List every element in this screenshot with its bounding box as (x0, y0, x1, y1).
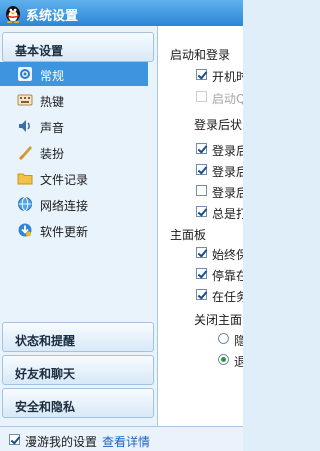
sidebar-item-label: 文件记录 (40, 173, 89, 187)
speaker-icon (19, 120, 30, 132)
sidebar-item-hotkeys[interactable]: 热键 (0, 88, 148, 112)
checkbox[interactable] (196, 185, 207, 196)
category-friends-chat[interactable]: 好友和聊天 (2, 355, 154, 385)
category-security-privacy[interactable]: 安全和隐私 (2, 388, 154, 418)
footer: 漫游我的设置 查看详情 (0, 426, 243, 451)
checkbox[interactable] (196, 268, 207, 279)
sidebar-item-general[interactable]: 常规 (0, 62, 148, 86)
checkbox[interactable] (196, 247, 207, 258)
section-after-login: 登录后状 (194, 118, 243, 132)
category-basic-settings[interactable]: 基本设置 (2, 32, 154, 62)
checkbox[interactable] (196, 289, 207, 300)
paintbrush-icon (19, 146, 32, 160)
sidebar-item-label: 常规 (40, 69, 65, 83)
sidebar-item-network[interactable]: 网络连接 (0, 192, 148, 216)
roam-settings-label: 漫游我的设置 (25, 435, 98, 449)
sidebar-item-label: 热键 (40, 95, 65, 109)
sidebar: 基本设置 常规 热键 声音 装扮 文件记录 网络连接 软件更新 状态和提醒 好友… (0, 26, 158, 426)
sidebar-item-software-update[interactable]: 软件更新 (0, 218, 148, 242)
keyboard-icon (17, 94, 33, 106)
category-status-reminders[interactable]: 状态和提醒 (2, 322, 154, 352)
sidebar-item-skin[interactable]: 装扮 (0, 140, 148, 164)
radio-button[interactable] (218, 354, 229, 365)
settings-content-panel: 启动和登录 开机时 启动Q 登录后状 登录后 登录后 登录后 总是打 主面板 始… (158, 26, 243, 426)
view-details-link[interactable]: 查看详情 (102, 433, 150, 450)
globe-icon (18, 197, 32, 211)
qq-penguin-icon (6, 6, 20, 23)
sidebar-item-sound[interactable]: 声音 (0, 114, 148, 138)
checkbox[interactable] (196, 164, 207, 175)
window-title: 系统设置 (26, 9, 79, 24)
checkbox[interactable] (196, 143, 207, 154)
roam-settings-checkbox[interactable] (9, 434, 20, 445)
update-icon (18, 223, 32, 237)
section-main-panel: 主面板 (170, 228, 207, 242)
sidebar-item-label: 网络连接 (40, 199, 89, 213)
sidebar-item-label: 软件更新 (40, 225, 89, 239)
sidebar-item-label: 声音 (40, 121, 65, 135)
folder-icon (17, 173, 33, 185)
settings-icon (18, 67, 32, 81)
checkbox[interactable] (196, 69, 207, 80)
checkbox[interactable] (196, 206, 207, 217)
radio-button[interactable] (218, 333, 229, 344)
checkbox (196, 91, 207, 102)
sidebar-item-file-records[interactable]: 文件记录 (0, 166, 148, 190)
sidebar-item-label: 装扮 (40, 147, 65, 161)
section-close-panel: 关闭主面 (194, 313, 243, 327)
section-startup: 启动和登录 (170, 48, 231, 62)
title-bar[interactable]: 系统设置 (0, 0, 243, 26)
